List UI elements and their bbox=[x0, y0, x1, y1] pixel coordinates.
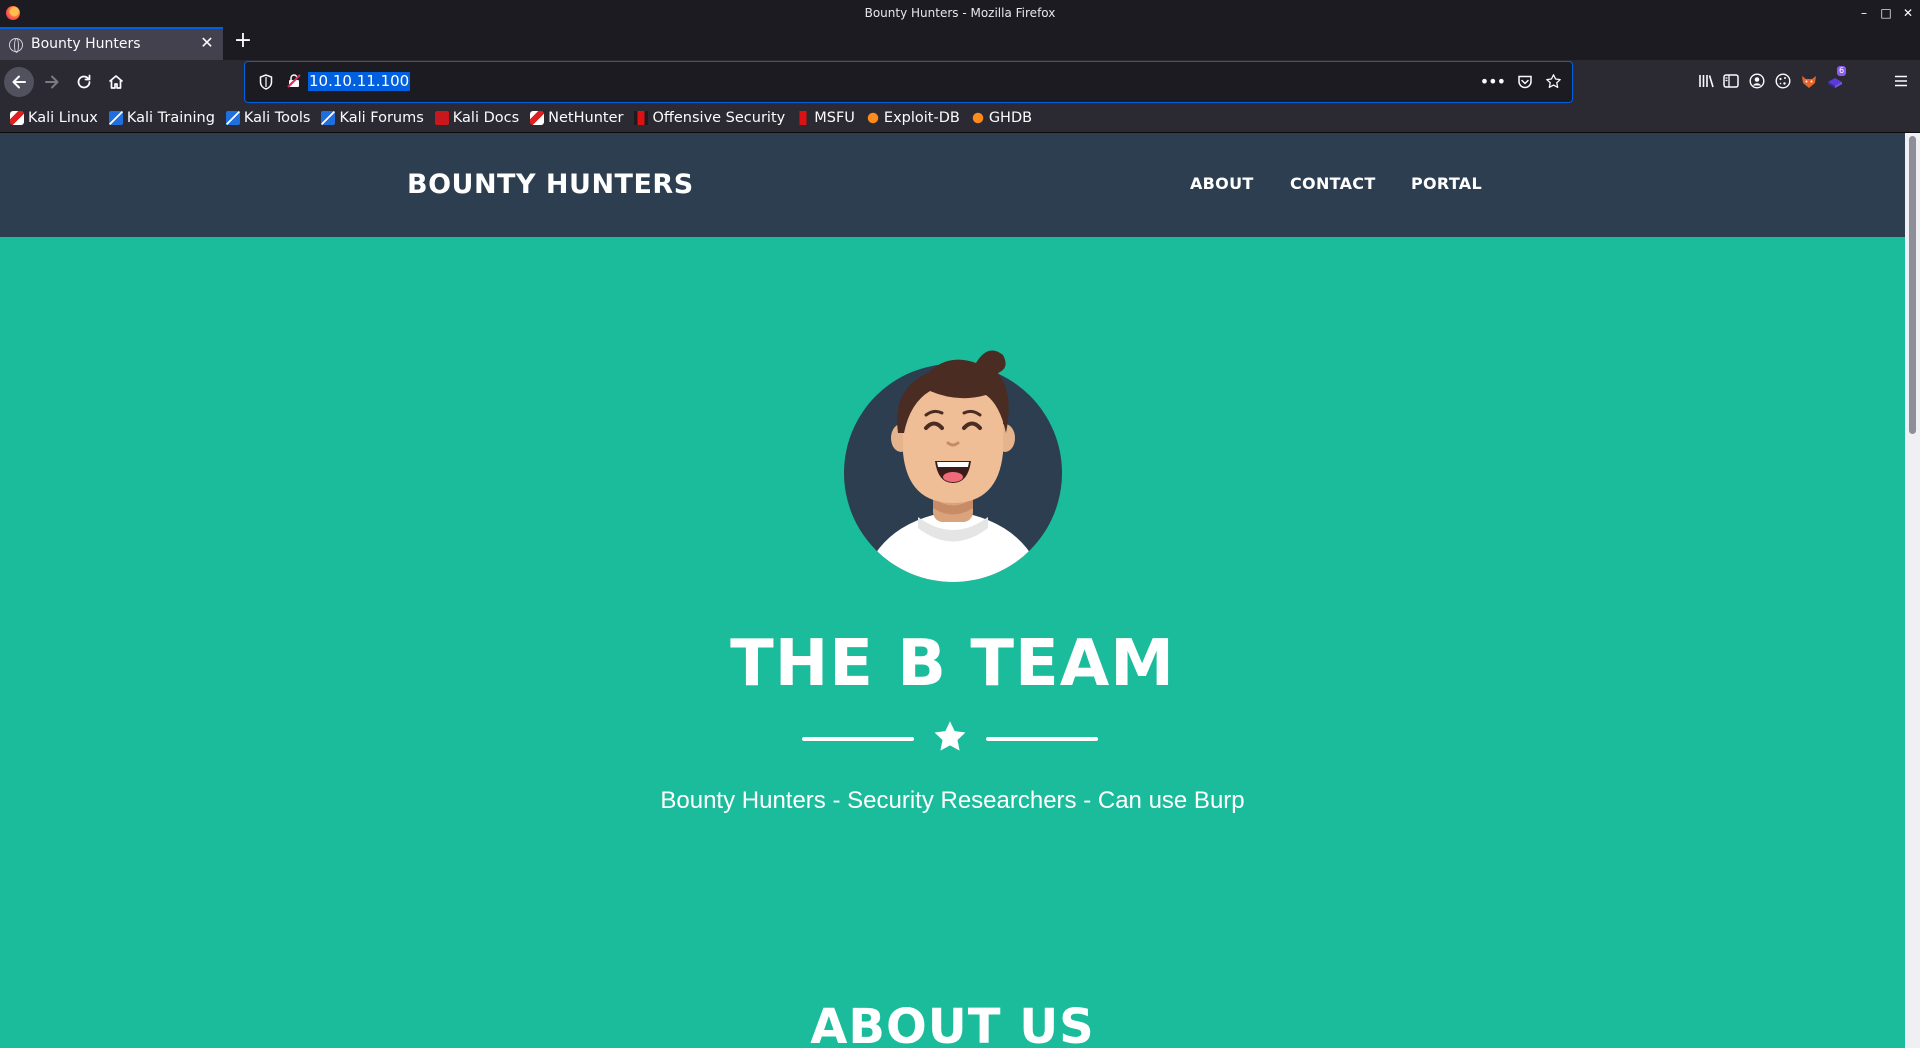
bookmark-kali-linux[interactable]: Kali Linux bbox=[10, 110, 98, 126]
bookmark-label: Exploit-DB bbox=[883, 109, 960, 126]
ghdb-icon bbox=[970, 110, 985, 125]
url-bar[interactable]: 10.10.11.100 ••• bbox=[244, 61, 1573, 103]
arrow-left-icon bbox=[12, 75, 26, 89]
bookmark-offensive-security[interactable]: Offensive Security bbox=[634, 110, 785, 126]
tracking-shield-icon[interactable] bbox=[259, 74, 273, 90]
extension-icon[interactable]: 6 bbox=[1827, 66, 1847, 90]
globe-icon bbox=[9, 38, 23, 53]
about-heading: ABOUT US bbox=[810, 999, 1095, 1048]
site-brand[interactable]: BOUNTY HUNTERS bbox=[407, 169, 694, 200]
bookmark-label: Kali Docs bbox=[452, 109, 520, 126]
nav-contact[interactable]: CONTACT bbox=[1290, 174, 1376, 193]
account-icon[interactable] bbox=[1748, 72, 1766, 90]
back-button[interactable] bbox=[4, 67, 34, 97]
bookmark-label: GHDB bbox=[988, 109, 1033, 126]
tab-label: Bounty Hunters bbox=[31, 36, 141, 52]
bookmark-label: Kali Tools bbox=[243, 109, 311, 126]
cookie-icon[interactable] bbox=[1774, 72, 1792, 90]
tab-strip: Bounty Hunters ✕ + bbox=[0, 27, 1920, 60]
msfu-icon bbox=[796, 110, 811, 125]
kali-icon bbox=[10, 110, 24, 125]
toolbar-right: 6 bbox=[1670, 60, 1920, 103]
nav-portal[interactable]: PORTAL bbox=[1411, 174, 1482, 193]
bookmark-label: MSFU bbox=[814, 109, 855, 126]
menu-icon[interactable] bbox=[1892, 72, 1910, 90]
home-button[interactable] bbox=[101, 67, 131, 97]
new-tab-button[interactable]: + bbox=[231, 30, 255, 54]
bookmark-label: NetHunter bbox=[548, 109, 624, 126]
bookmark-label: Kali Training bbox=[126, 109, 215, 126]
minimize-icon[interactable]: – bbox=[1856, 5, 1872, 21]
sidebar-icon[interactable] bbox=[1722, 72, 1740, 90]
maximize-icon[interactable]: □ bbox=[1878, 5, 1894, 21]
page-viewport: BOUNTY HUNTERS ABOUT CONTACT PORTAL THE … bbox=[0, 133, 1905, 1048]
bookmark-kali-tools[interactable]: Kali Tools bbox=[225, 109, 311, 126]
forward-button[interactable] bbox=[37, 67, 67, 97]
navigation-toolbar: 10.10.11.100 ••• 6 bbox=[0, 60, 1920, 103]
home-icon bbox=[108, 75, 124, 89]
exploitdb-icon bbox=[865, 110, 880, 125]
kali-training-icon bbox=[108, 110, 123, 125]
bookmark-ghdb[interactable]: GHDB bbox=[970, 109, 1033, 126]
close-window-icon[interactable]: ✕ bbox=[1900, 5, 1916, 21]
close-tab-icon[interactable]: ✕ bbox=[198, 34, 216, 52]
nethunter-icon bbox=[530, 110, 545, 125]
reload-icon bbox=[77, 74, 91, 89]
window-title: Bounty Hunters - Mozilla Firefox bbox=[864, 6, 1056, 20]
bookmarks-toolbar: Kali Linux Kali Training Kali Tools Kali… bbox=[0, 103, 1920, 133]
nav-about[interactable]: ABOUT bbox=[1190, 174, 1254, 193]
kali-tools-icon bbox=[225, 110, 240, 125]
tab-bounty-hunters[interactable]: Bounty Hunters ✕ bbox=[0, 27, 223, 60]
library-icon[interactable] bbox=[1697, 72, 1715, 90]
page-scrollbar[interactable] bbox=[1905, 133, 1920, 1048]
kali-forums-icon bbox=[321, 110, 336, 125]
pocket-icon[interactable] bbox=[1517, 74, 1533, 90]
bookmark-nethunter[interactable]: NetHunter bbox=[530, 110, 623, 126]
window-titlebar: Bounty Hunters - Mozilla Firefox – □ ✕ bbox=[0, 0, 1920, 27]
bookmark-label: Offensive Security bbox=[652, 109, 786, 126]
scrollbar-thumb[interactable] bbox=[1909, 136, 1916, 434]
bookmark-label: Kali Forums bbox=[339, 109, 424, 126]
extension-badge: 6 bbox=[1837, 66, 1847, 76]
bookmark-msfu[interactable]: MSFU bbox=[796, 110, 855, 126]
bookmark-label: Kali Linux bbox=[28, 109, 98, 126]
arrow-right-icon bbox=[45, 75, 59, 89]
star-icon bbox=[934, 721, 966, 751]
avatar bbox=[844, 350, 1062, 582]
bookmark-exploit-db[interactable]: Exploit-DB bbox=[865, 109, 960, 126]
masthead-subtitle: Bounty Hunters - Security Researchers - … bbox=[660, 787, 1245, 814]
page-actions-icon[interactable]: ••• bbox=[1480, 72, 1506, 91]
star-divider bbox=[802, 719, 1098, 759]
kali-docs-icon bbox=[434, 110, 449, 125]
insecure-connection-icon[interactable] bbox=[287, 74, 301, 88]
masthead-title: THE B TEAM bbox=[730, 627, 1175, 701]
divider-line-right bbox=[986, 737, 1098, 741]
reload-button[interactable] bbox=[69, 67, 99, 97]
url-input[interactable]: 10.10.11.100 bbox=[308, 72, 411, 91]
divider-line-left bbox=[802, 737, 914, 741]
bookmark-kali-docs[interactable]: Kali Docs bbox=[434, 109, 520, 126]
offsec-icon bbox=[634, 110, 649, 125]
bookmark-kali-forums[interactable]: Kali Forums bbox=[321, 109, 424, 126]
bookmark-star-icon[interactable] bbox=[1545, 73, 1562, 90]
bookmark-kali-training[interactable]: Kali Training bbox=[108, 109, 215, 126]
foxyproxy-icon[interactable] bbox=[1800, 72, 1818, 90]
site-header: BOUNTY HUNTERS ABOUT CONTACT PORTAL bbox=[0, 133, 1905, 237]
